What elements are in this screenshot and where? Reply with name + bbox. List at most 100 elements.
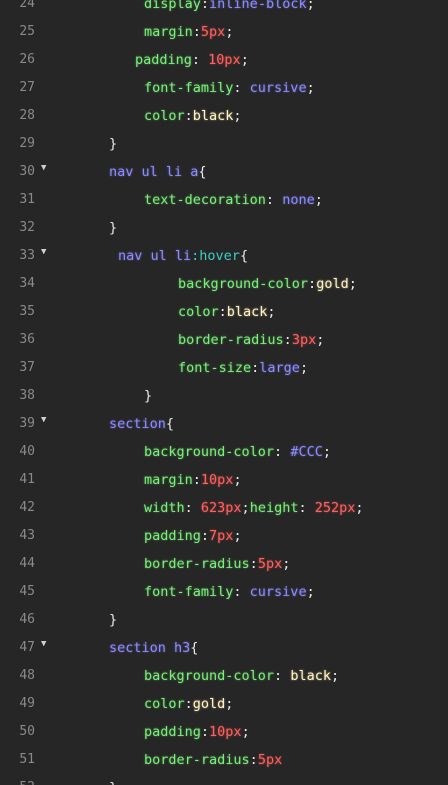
css-punctuation: ; bbox=[241, 724, 250, 740]
code-text: width: 623px;height: 252px; bbox=[144, 494, 364, 522]
code-line[interactable]: 31 text-decoration: none; bbox=[0, 186, 448, 214]
code-line[interactable]: 37 font-size:large; bbox=[0, 354, 448, 382]
css-property: font-size bbox=[178, 360, 252, 376]
line-number: 24 bbox=[19, 0, 35, 11]
css-property: color bbox=[144, 696, 185, 712]
css-punctuation: ; bbox=[225, 696, 234, 712]
css-punctuation: : bbox=[200, 724, 210, 740]
code-line[interactable]: 52} bbox=[0, 774, 448, 785]
code-line[interactable]: 35 color:black; bbox=[0, 298, 448, 326]
code-line[interactable]: 40 background-color: #CCC; bbox=[0, 438, 448, 466]
line-number: 31 bbox=[19, 192, 35, 207]
code-line[interactable]: 42 width: 623px;height: 252px; bbox=[0, 494, 448, 522]
css-selector: nav ul li bbox=[118, 248, 192, 264]
code-line[interactable]: 45 font-family: cursive; bbox=[0, 578, 448, 606]
code-text: nav ul li a{ bbox=[109, 158, 207, 186]
css-punctuation: : bbox=[265, 192, 283, 208]
code-text: nav ul li:hover{ bbox=[118, 242, 248, 270]
css-punctuation: : bbox=[192, 472, 201, 488]
css-punctuation: ; bbox=[267, 304, 276, 320]
code-line[interactable]: 51 border-radius:5px bbox=[0, 746, 448, 774]
css-property: padding bbox=[144, 724, 201, 740]
css-punctuation: } bbox=[109, 780, 117, 785]
code-line[interactable]: 36 border-radius:3px; bbox=[0, 326, 448, 354]
css-property: height bbox=[249, 500, 299, 516]
code-line[interactable]: 33 ▼ nav ul li:hover{ bbox=[0, 242, 448, 270]
code-text: section{ bbox=[109, 410, 174, 438]
code-line[interactable]: 48 background-color: black; bbox=[0, 662, 448, 690]
code-line[interactable]: 27 font-family: cursive; bbox=[0, 74, 448, 102]
css-number: 7px bbox=[209, 528, 234, 544]
code-text: background-color: black; bbox=[144, 662, 339, 690]
css-punctuation: ; bbox=[348, 276, 357, 292]
code-text: border-radius:5px bbox=[144, 746, 282, 774]
code-line[interactable]: 30 ▼ nav ul li a{ bbox=[0, 158, 448, 186]
line-number: 50 bbox=[19, 724, 35, 739]
css-pseudo-class: :hover bbox=[191, 248, 240, 264]
fold-arrow-icon[interactable]: ▼ bbox=[41, 406, 46, 434]
line-number: 36 bbox=[19, 332, 35, 347]
css-punctuation: } bbox=[144, 388, 153, 404]
css-punctuation: : bbox=[200, 528, 210, 544]
css-property: display bbox=[144, 0, 201, 12]
fold-arrow-icon[interactable]: ▼ bbox=[41, 154, 46, 182]
css-punctuation: : bbox=[233, 80, 250, 96]
css-property: background-color bbox=[144, 444, 275, 460]
css-punctuation: { bbox=[198, 164, 207, 180]
code-line[interactable]: 49 color:gold; bbox=[0, 690, 448, 718]
css-punctuation: } bbox=[109, 136, 118, 152]
line-number: 43 bbox=[19, 528, 35, 543]
css-property: border-radius bbox=[144, 752, 250, 768]
code-text: } bbox=[109, 606, 117, 634]
code-line[interactable]: 25 margin:5px; bbox=[0, 18, 448, 46]
css-property: border-radius bbox=[178, 332, 284, 348]
code-line[interactable]: 29} bbox=[0, 130, 448, 158]
fold-arrow-icon[interactable]: ▼ bbox=[41, 238, 46, 266]
css-punctuation: ; bbox=[355, 500, 364, 516]
code-line[interactable]: 24 display:inline-block; bbox=[0, 0, 448, 18]
line-number: 39 bbox=[19, 416, 35, 431]
css-punctuation: } bbox=[109, 220, 118, 236]
code-line[interactable]: 38} bbox=[0, 382, 448, 410]
css-punctuation: : bbox=[200, 0, 210, 12]
code-line[interactable]: 39 ▼ section{ bbox=[0, 410, 448, 438]
css-property: margin bbox=[144, 24, 193, 40]
css-punctuation: ; bbox=[316, 332, 325, 348]
code-text: color:black; bbox=[178, 298, 276, 326]
line-number: 37 bbox=[19, 360, 35, 375]
code-text: } bbox=[109, 774, 117, 785]
code-text: background-color: #CCC; bbox=[144, 438, 331, 466]
css-property: margin bbox=[144, 472, 193, 488]
line-number: 25 bbox=[19, 24, 35, 39]
code-line[interactable]: 46} bbox=[0, 606, 448, 634]
code-line[interactable]: 50 padding:10px; bbox=[0, 718, 448, 746]
line-number: 34 bbox=[19, 276, 35, 291]
line-number: 41 bbox=[19, 472, 35, 487]
css-number: 3px bbox=[291, 332, 317, 348]
css-selector: nav ul li a bbox=[109, 164, 199, 180]
css-punctuation: : bbox=[274, 444, 291, 460]
css-property: border-radius bbox=[144, 556, 250, 572]
css-punctuation: : bbox=[249, 556, 258, 572]
code-line[interactable]: 34 background-color:gold; bbox=[0, 270, 448, 298]
code-editor[interactable]: 24 display:inline-block; 25 margin:5px; 26 pa… bbox=[0, 0, 448, 785]
code-line[interactable]: 28 color:black; bbox=[0, 102, 448, 130]
code-text: margin:5px; bbox=[144, 18, 233, 46]
code-line[interactable]: 47 ▼ section h3{ bbox=[0, 634, 448, 662]
line-number: 35 bbox=[19, 304, 35, 319]
fold-arrow-icon[interactable]: ▼ bbox=[41, 630, 46, 658]
code-line[interactable]: 41 margin:10px; bbox=[0, 466, 448, 494]
css-punctuation: : bbox=[274, 668, 291, 684]
code-line[interactable]: 26 padding: 10px; bbox=[0, 46, 448, 74]
css-value: gold bbox=[316, 276, 349, 292]
css-selector: section h3 bbox=[109, 640, 191, 656]
css-value: black bbox=[226, 304, 268, 320]
code-text: font-family: cursive; bbox=[144, 74, 315, 102]
code-text: border-radius:3px; bbox=[178, 326, 324, 354]
code-line[interactable]: 44 border-radius:5px; bbox=[0, 550, 448, 578]
css-punctuation: { bbox=[190, 640, 199, 656]
line-number: 49 bbox=[19, 696, 35, 711]
code-line[interactable]: 32} bbox=[0, 214, 448, 242]
css-keyword: inline-block bbox=[209, 0, 307, 12]
code-line[interactable]: 43 padding:7px; bbox=[0, 522, 448, 550]
